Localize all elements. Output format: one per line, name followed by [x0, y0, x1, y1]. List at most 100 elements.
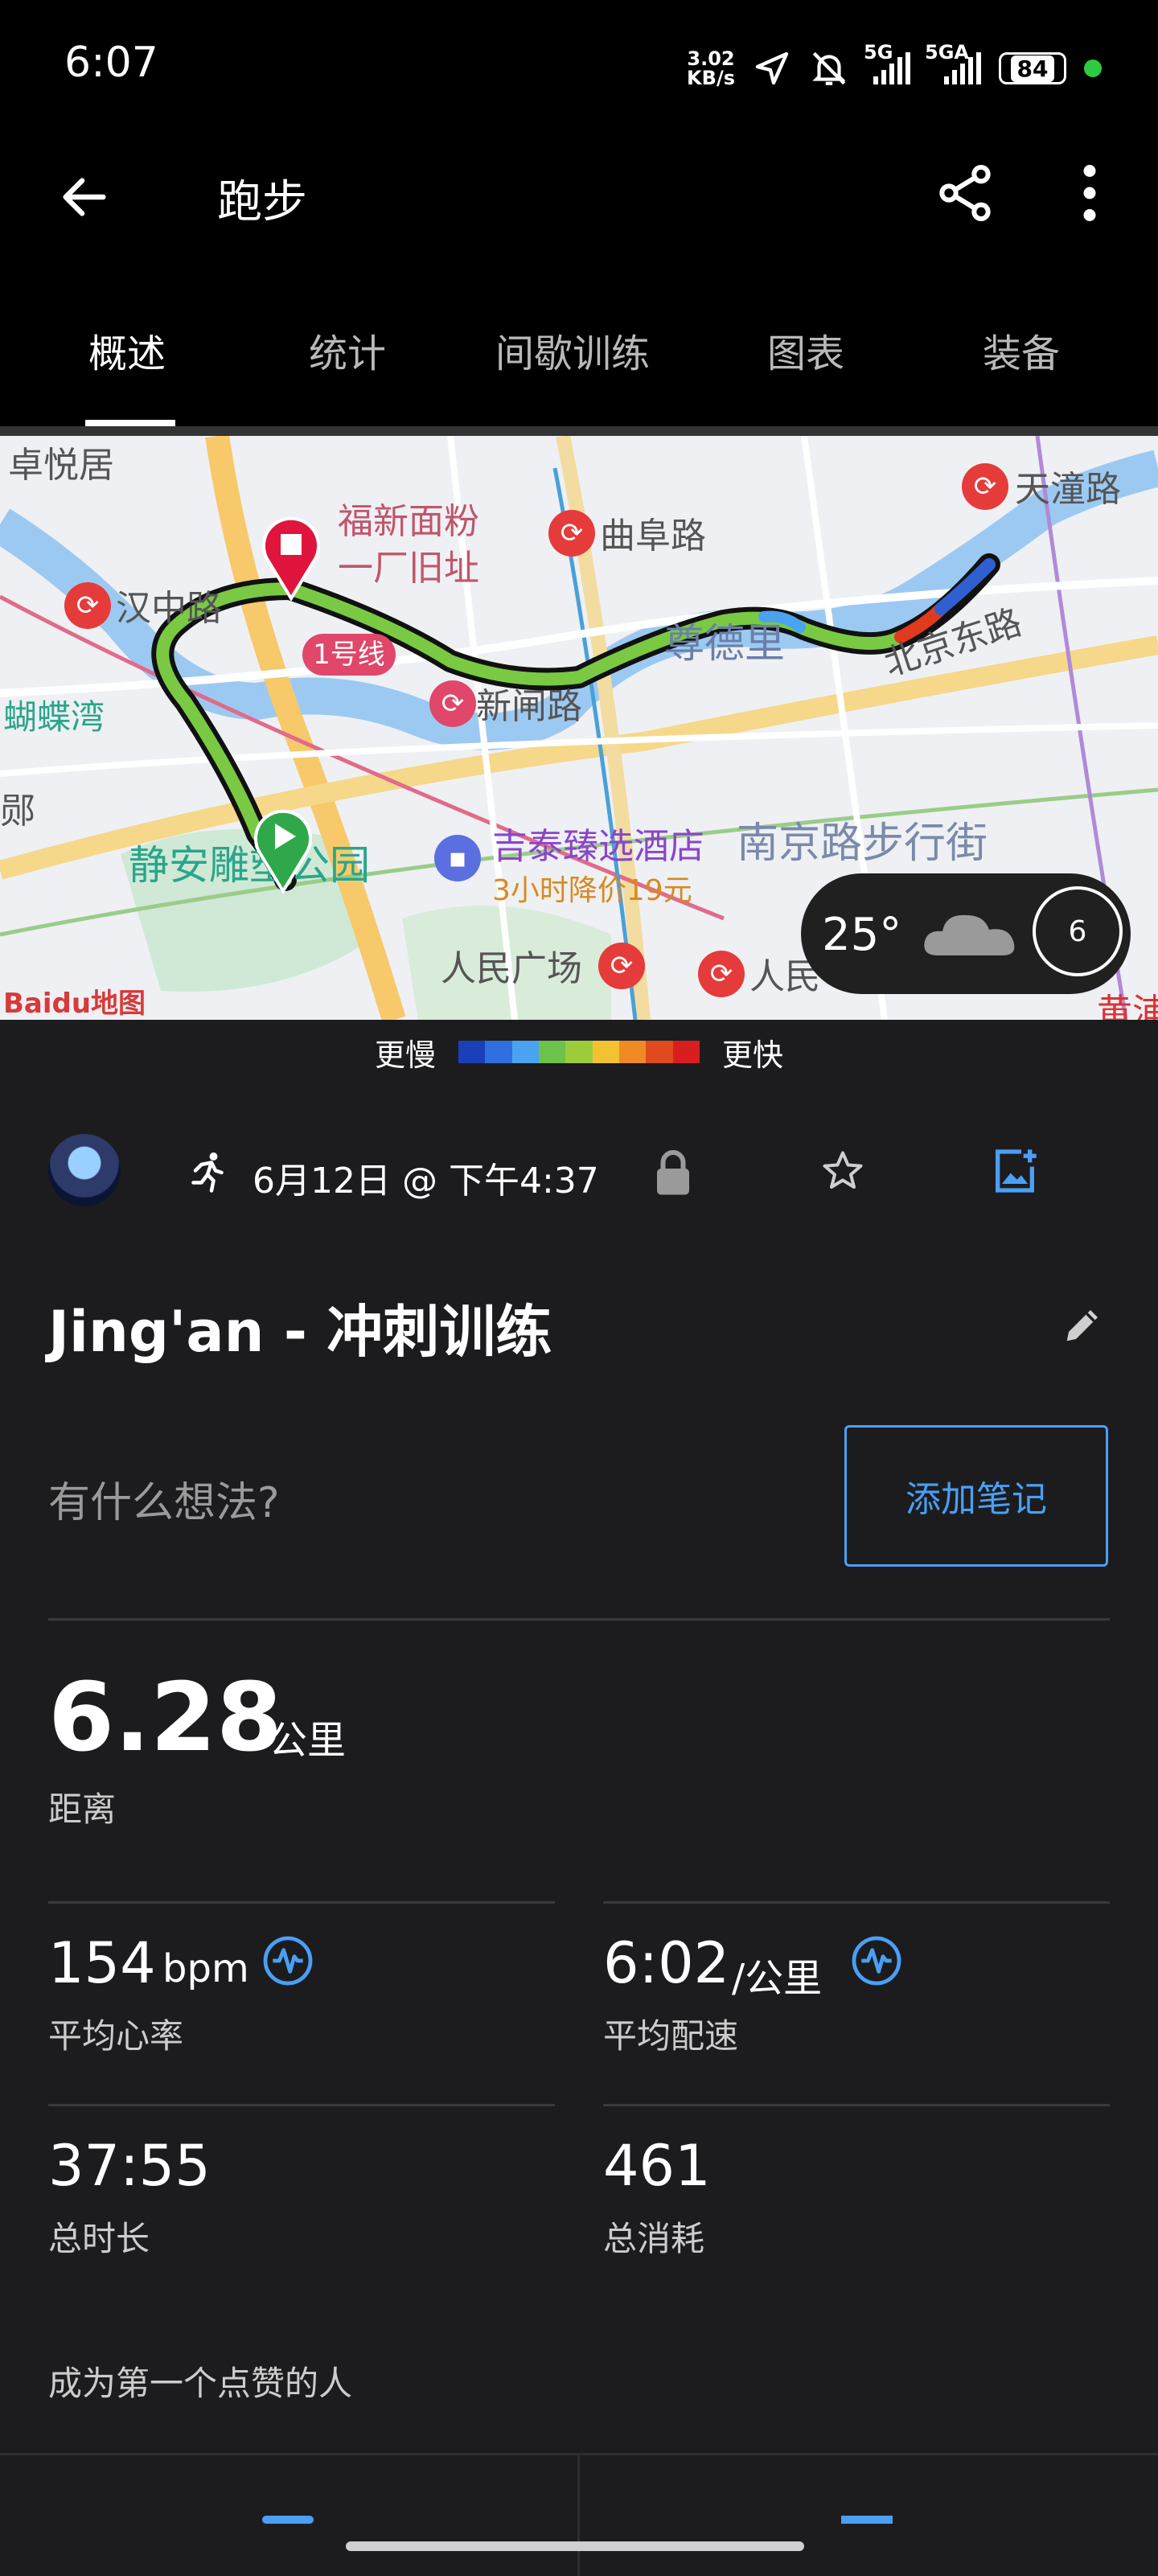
status-bar: 6:07 3.02 KB/s 5G 5GA 84 — [0, 0, 1158, 129]
map-label-huangpu: 黄浦 — [1097, 992, 1158, 1020]
heart-rate-chart-icon[interactable] — [262, 1935, 314, 1986]
active-tab-indicator — [85, 420, 175, 426]
star-icon[interactable] — [819, 1147, 867, 1195]
tab-stats[interactable]: 统计 — [309, 322, 386, 378]
add-photo-icon[interactable] — [989, 1145, 1041, 1197]
share-icon[interactable] — [933, 161, 997, 225]
avatar[interactable] — [48, 1134, 121, 1206]
signal-5g-icon: 5G — [864, 41, 910, 84]
app-bar: 跑步 — [0, 129, 1158, 265]
pace-value: 6:02 — [603, 1930, 730, 1996]
distance-label: 距离 — [48, 1789, 117, 1829]
legend-faster: 更快 — [722, 1037, 784, 1073]
running-icon — [191, 1152, 224, 1193]
clock: 6:07 — [64, 39, 158, 87]
divider — [48, 2104, 555, 2106]
map-label-hotel-promo: 3小时降价19元 — [492, 874, 692, 907]
duration-value: 37:55 — [48, 2133, 211, 2199]
distance-value: 6.28 — [48, 1662, 283, 1773]
tab-gear[interactable]: 装备 — [983, 322, 1060, 378]
gesture-nav-bar[interactable] — [346, 2541, 804, 2551]
metro-line-badge: 1号线 — [302, 634, 396, 676]
thoughts-prompt[interactable]: 有什么想法? — [48, 1469, 280, 1529]
map-label-hudie: 蝴蝶湾 — [3, 697, 105, 737]
route-map[interactable]: 卓悦居 福新面粉 一厂旧址 ⟳ 曲阜路 ⟳ 天潼路 ⟳ 汉中路 尊德里 北京东路… — [0, 436, 1158, 1020]
kudos-prompt[interactable]: 成为第一个点赞的人 — [48, 2356, 352, 2405]
map-label-fuxin-2: 一厂旧址 — [338, 548, 479, 589]
legend-slower: 更慢 — [374, 1037, 436, 1073]
action-bar — [0, 2453, 1158, 2576]
divider — [603, 2104, 1110, 2106]
activity-date: 6月12日 @ 下午4:37 — [253, 1161, 599, 1202]
activity-title: Jing'an - 冲刺训练 — [48, 1299, 552, 1365]
tab-charts[interactable]: 图表 — [767, 322, 844, 378]
tab-bar: 概述 统计 间歇训练 图表 装备 — [0, 265, 1158, 436]
pace-color-swatch — [538, 1041, 566, 1063]
add-note-button[interactable]: 添加笔记 — [844, 1425, 1108, 1567]
finish-pin-icon — [262, 516, 320, 602]
pace-color-scale — [458, 1041, 700, 1063]
tab-divider — [0, 426, 1158, 436]
pace-label: 平均配速 — [603, 2016, 739, 2056]
weather-badge: 6 — [1033, 886, 1123, 976]
privacy-dot — [1084, 60, 1102, 77]
divider — [48, 1901, 555, 1904]
pace-color-swatch — [458, 1041, 486, 1063]
map-label-edge: 郧 — [0, 791, 35, 832]
more-vert-icon[interactable] — [1070, 161, 1110, 225]
calories-value: 461 — [603, 2133, 711, 2199]
heart-rate-value: 154 — [48, 1930, 156, 1996]
divider — [603, 1901, 1110, 1904]
pace-color-swatch — [485, 1041, 512, 1063]
pace-color-swatch — [672, 1041, 700, 1063]
signal-5ga-icon: 5GA — [925, 41, 981, 84]
hotel-icon: ▪ — [434, 835, 481, 881]
metro-icon: ⟳ — [548, 510, 595, 557]
baidu-logo: Baidu地图 — [3, 988, 146, 1020]
tab-intervals[interactable]: 间歇训练 — [495, 322, 650, 378]
map-label-hotel: 吉泰臻选酒店 — [492, 826, 704, 867]
location-icon — [755, 51, 789, 85]
pace-color-swatch — [646, 1041, 673, 1063]
heart-rate-label: 平均心率 — [48, 2016, 184, 2056]
start-pin-icon — [254, 809, 312, 894]
page-title: 跑步 — [217, 176, 307, 228]
pace-legend: 更慢 更快 — [0, 1020, 1158, 1084]
distance-unit: 公里 — [269, 1718, 347, 1763]
action-divider — [577, 2455, 580, 2576]
pace-color-swatch — [565, 1041, 593, 1063]
map-label-qufu: 曲阜路 — [600, 516, 706, 557]
map-label-renmin: 人民广场 — [441, 948, 582, 989]
net-speed: 3.02 KB/s — [687, 47, 735, 89]
calories-label: 总消耗 — [603, 2219, 705, 2258]
cloud-icon — [924, 914, 1015, 955]
map-label-jingan: 静安雕塑公园 — [129, 842, 370, 889]
heart-rate-unit: bpm — [162, 1946, 249, 1991]
metro-icon: ⟳ — [698, 951, 745, 997]
battery-icon: 84 — [999, 52, 1066, 84]
back-arrow-icon[interactable] — [56, 169, 113, 225]
bell-muted-icon — [812, 51, 846, 85]
pace-color-swatch — [592, 1041, 619, 1063]
metro-icon: ⟳ — [598, 943, 645, 989]
pace-unit: /公里 — [732, 1956, 823, 2001]
pace-color-swatch — [511, 1041, 539, 1063]
pace-color-swatch — [618, 1041, 647, 1063]
map-label-fuxin: 福新面粉 — [338, 501, 479, 542]
status-icons: 3.02 KB/s 5G 5GA 84 — [687, 40, 1102, 97]
map-label-nanjing: 南京路步行街 — [737, 820, 988, 868]
comment-button[interactable] — [841, 2516, 893, 2524]
tab-overview[interactable]: 概述 — [88, 322, 166, 378]
weather-temp: 25° — [822, 909, 902, 961]
kudos-button[interactable] — [262, 2516, 314, 2524]
metro-icon: ⟳ — [962, 463, 1008, 510]
pace-chart-icon[interactable] — [851, 1935, 902, 1986]
edit-pencil-icon[interactable] — [1062, 1303, 1105, 1346]
duration-label: 总时长 — [48, 2219, 150, 2258]
weather-chip[interactable]: 25° 6 — [801, 873, 1131, 994]
map-label-hanzhong: 汉中路 — [116, 588, 222, 629]
map-label-zhuoyueju: 卓悦居 — [8, 445, 114, 486]
lock-icon[interactable] — [653, 1148, 693, 1197]
map-label-tiantong: 天潼路 — [1015, 469, 1121, 510]
divider — [48, 1618, 1110, 1621]
